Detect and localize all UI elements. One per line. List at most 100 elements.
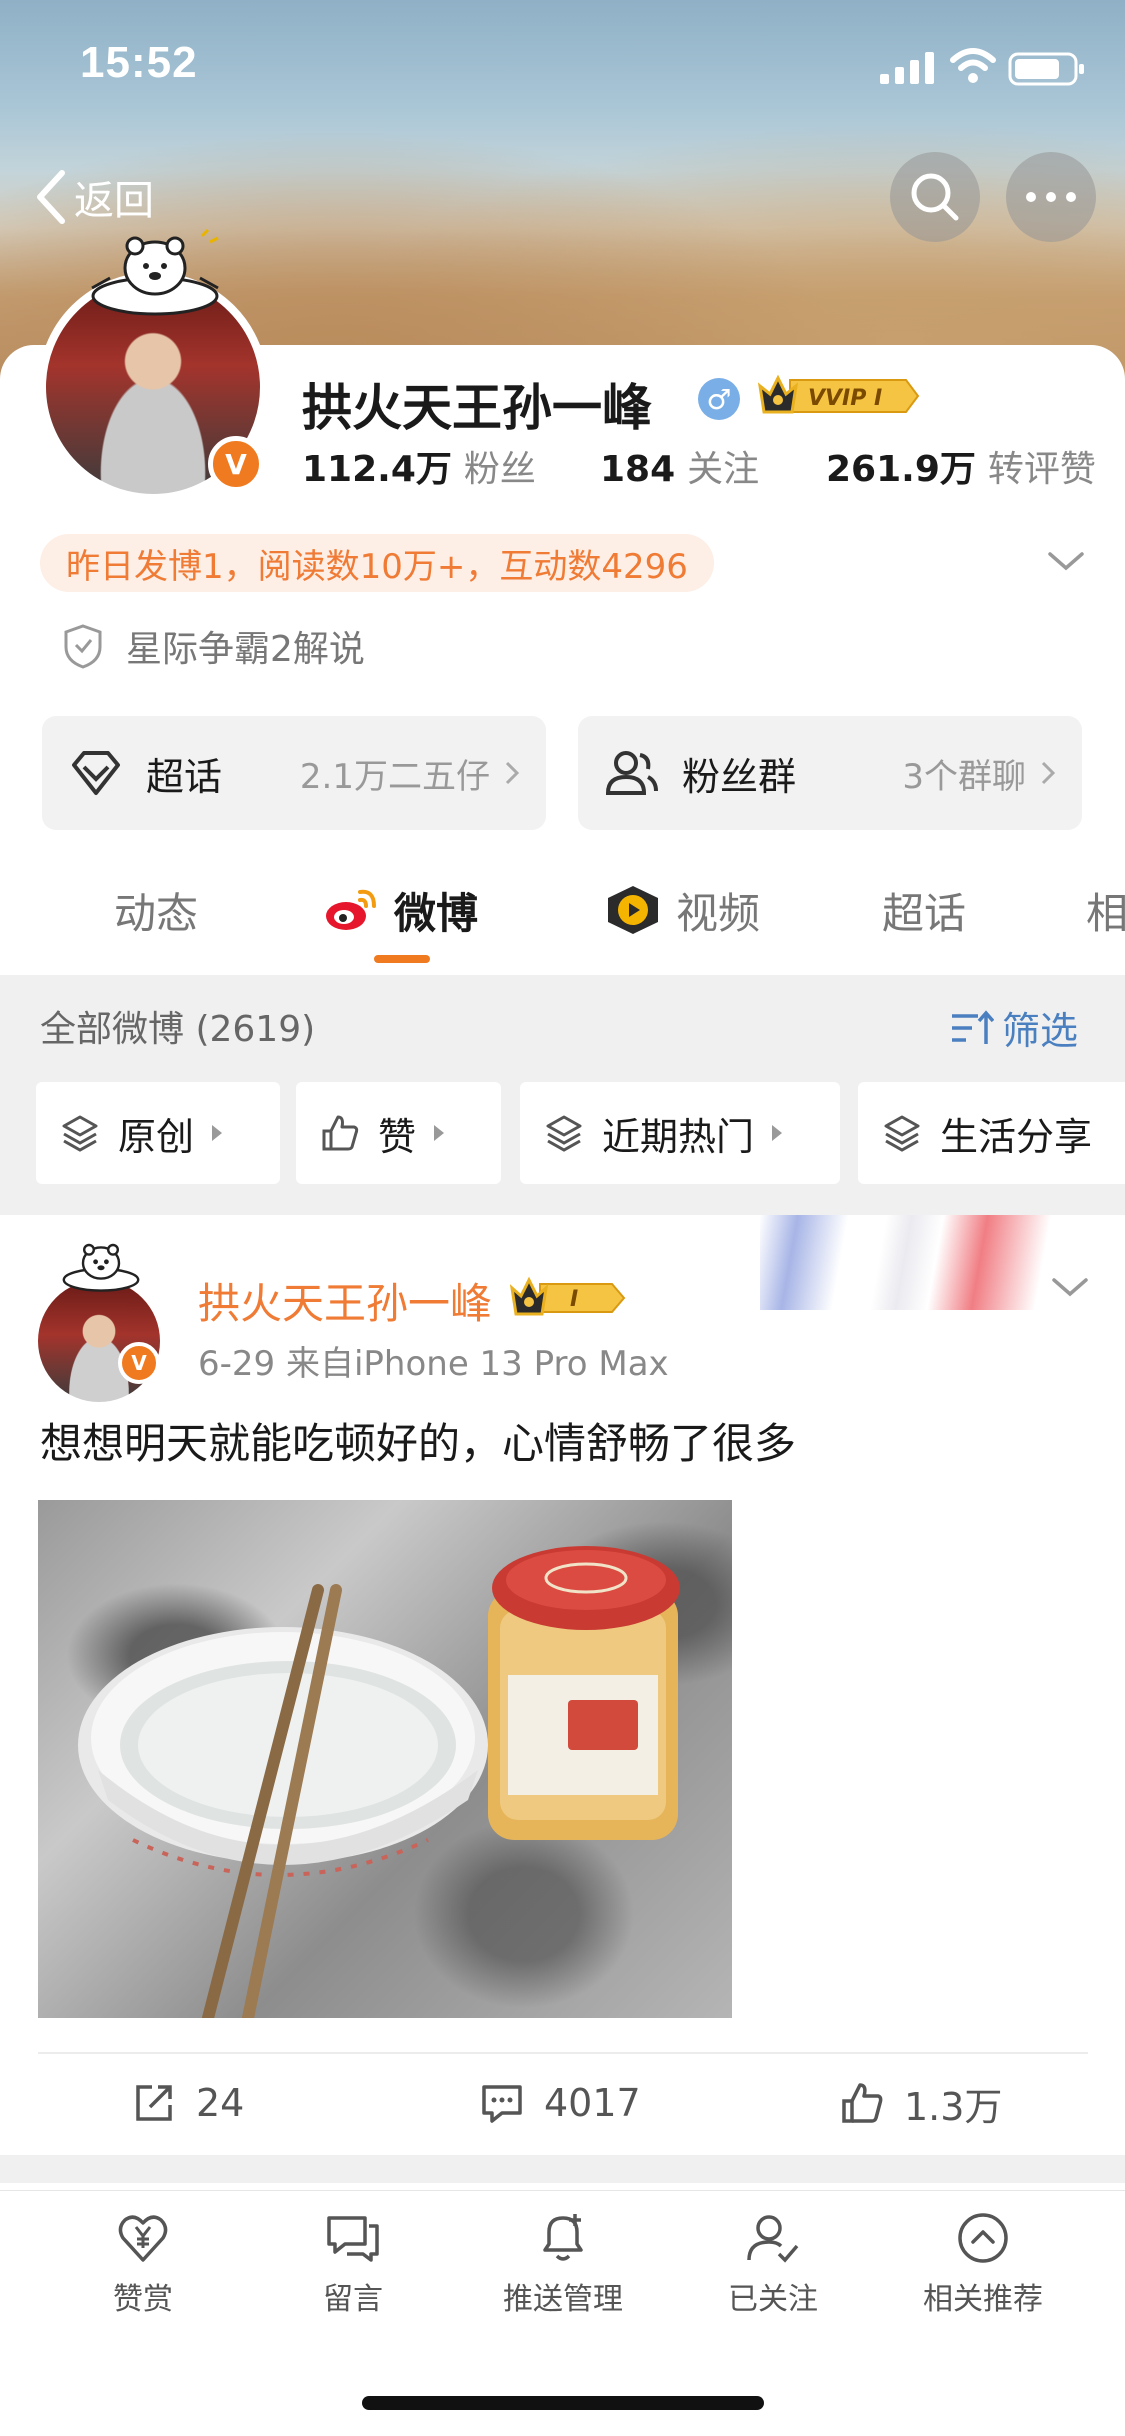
user-check-icon (747, 2215, 799, 2263)
chevron-right-icon (505, 761, 520, 785)
post-meta: 6-29 来自iPhone 13 Pro Max (198, 1344, 669, 1384)
signal-icon (880, 52, 934, 84)
reposts-label: 转评赞 (987, 449, 1096, 490)
more-button[interactable] (1006, 152, 1096, 242)
like-button[interactable]: 1.3万 (840, 2075, 1002, 2131)
message-icon (327, 2216, 379, 2262)
repost-count: 24 (196, 2081, 245, 2125)
profile-username: 拱火天王孙一峰 (302, 379, 652, 437)
video-play-icon (608, 886, 658, 934)
diamond-icon (72, 751, 120, 795)
tab-albums[interactable]: 相 (1086, 880, 1125, 940)
chip-original[interactable]: 原创 (36, 1082, 280, 1184)
activity-summary-pill[interactable]: 昨日发博1，阅读数10万+，互动数4296 (40, 534, 714, 592)
tab-weibo-label: 微博 (394, 888, 479, 938)
related-recommend-button[interactable]: 相关推荐 (898, 2210, 1068, 2318)
chevron-down-icon[interactable] (1050, 1272, 1090, 1302)
chip-likes[interactable]: 赞 (296, 1082, 501, 1184)
followed-button[interactable]: 已关注 (688, 2210, 858, 2318)
fan-group-detail: 3个群聊 (902, 756, 1026, 797)
layers-icon (884, 1115, 920, 1152)
all-weibo-count: 全部微博 (2619) (40, 1009, 316, 1050)
chevron-right-icon (1041, 761, 1056, 785)
certification-text: 星际争霸2解说 (126, 629, 365, 670)
post-vip-label: I (570, 1287, 578, 1312)
search-button[interactable] (890, 152, 980, 242)
supertopic-detail: 2.1万二五仔 (299, 756, 490, 797)
chevron-down-icon[interactable] (1046, 546, 1086, 576)
supertopic-card[interactable]: 超话 2.1万二五仔 (42, 716, 546, 830)
search-icon (911, 173, 959, 221)
following-value: 184 (600, 449, 676, 490)
reward-label: 赞赏 (113, 2282, 173, 2317)
layers-icon (62, 1115, 98, 1152)
supertopic-label: 超话 (146, 754, 223, 799)
verified-badge-icon: V (208, 436, 264, 492)
chip-original-label: 原创 (118, 1114, 195, 1159)
caret-right-icon (212, 1125, 223, 1141)
repost-button[interactable]: 24 (132, 2075, 244, 2131)
post-card-decoration (760, 1215, 1060, 1310)
post-author-name[interactable]: 拱火天王孙一峰 (198, 1270, 492, 1331)
related-recommend-label: 相关推荐 (923, 2282, 1043, 2317)
followed-label: 已关注 (728, 2282, 818, 2317)
bear-sticker-icon (91, 228, 219, 316)
share-icon (136, 2085, 172, 2121)
tab-video-label: 视频 (676, 888, 761, 938)
message-label: 留言 (323, 2282, 383, 2317)
followers-value: 112.4万 (302, 449, 452, 490)
like-count: 1.3万 (904, 2084, 1003, 2129)
stat-followers[interactable]: 112.4万 粉丝 (302, 440, 536, 492)
back-button[interactable]: 返回 (32, 162, 154, 232)
chevron-up-circle-icon (958, 2213, 1008, 2263)
fan-group-card[interactable]: 粉丝群 3个群聊 (578, 716, 1082, 830)
filter-button[interactable]: 筛选 (950, 1000, 1078, 1055)
battery-icon (1008, 52, 1084, 86)
message-button[interactable]: 留言 (268, 2210, 438, 2318)
verified-badge-icon: V (118, 1342, 160, 1384)
comment-count: 4017 (544, 2081, 641, 2125)
filter-sort-icon (952, 1009, 994, 1044)
chip-life-share-label: 生活分享 (940, 1114, 1093, 1159)
reward-button[interactable]: 赞赏 (58, 2210, 228, 2318)
chip-recent-hot[interactable]: 近期热门 (520, 1082, 840, 1184)
followers-label: 粉丝 (463, 449, 536, 490)
post-photo-image (78, 1546, 680, 2018)
status-time: 15:52 (80, 38, 198, 87)
stat-reposts[interactable]: 261.9万 转评赞 (826, 440, 1096, 492)
filter-label: 筛选 (1002, 1009, 1079, 1053)
wifi-icon (950, 48, 996, 83)
thumbs-up-icon (322, 1115, 359, 1151)
layers-icon (546, 1115, 582, 1152)
section-separator (0, 2155, 1125, 2183)
push-settings-button[interactable]: 推送管理 (478, 2210, 648, 2318)
vip-badge[interactable]: VVIP I (756, 372, 920, 420)
weibo-logo-icon (326, 889, 376, 930)
post-text: 想想明天就能吃顿好的，心情舒畅了很多 (40, 1419, 797, 1468)
chip-life-share[interactable]: 生活分享 (858, 1082, 1125, 1184)
fan-group-label: 粉丝群 (682, 754, 797, 799)
heart-yen-icon (118, 2215, 168, 2262)
comment-button[interactable]: 4017 (480, 2075, 641, 2131)
vip-badge[interactable]: I (508, 1276, 626, 1320)
tab-video[interactable]: 视频 (604, 880, 760, 940)
post-photo[interactable] (38, 1500, 732, 2018)
thumbs-up-icon (842, 2083, 883, 2123)
tab-supertopic[interactable]: 超话 (882, 880, 966, 940)
caret-right-icon (434, 1125, 445, 1141)
tab-weibo[interactable]: 微博 (322, 880, 478, 940)
push-settings-label: 推送管理 (503, 2282, 623, 2317)
tab-dongtai[interactable]: 动态 (114, 880, 198, 940)
post-divider (38, 2052, 1088, 2054)
home-indicator (362, 2396, 764, 2410)
chip-recent-hot-label: 近期热门 (602, 1114, 755, 1159)
stat-following[interactable]: 184 关注 (600, 440, 759, 492)
chevron-left-icon (37, 170, 65, 224)
reposts-value: 261.9万 (826, 449, 976, 490)
group-icon (605, 751, 658, 795)
more-dots-icon (1026, 192, 1076, 202)
vip-badge-label: VVIP I (808, 386, 882, 411)
active-tab-indicator (374, 955, 430, 963)
shield-icon (64, 624, 102, 669)
male-gender-icon: ♂ (698, 378, 740, 420)
